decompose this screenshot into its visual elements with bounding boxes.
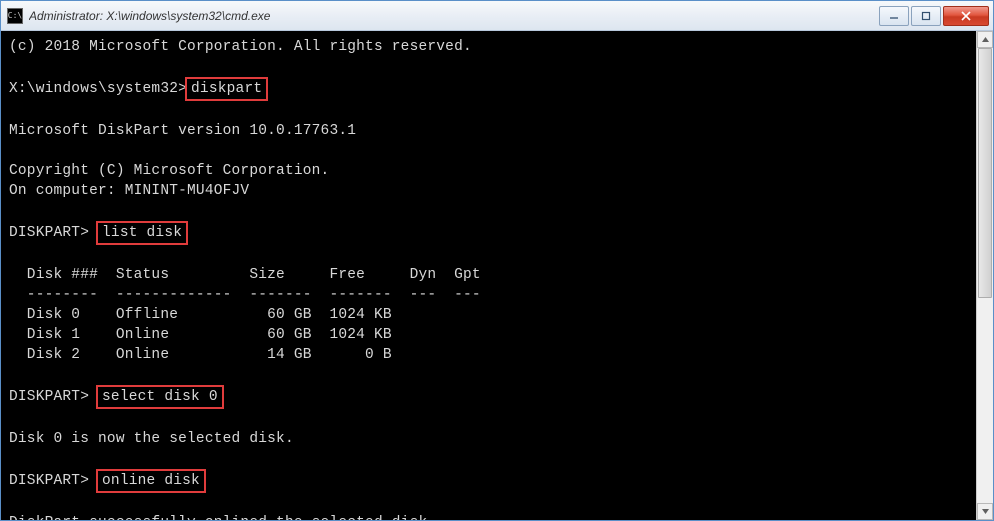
output-line — [9, 141, 968, 161]
prompt-line: DISKPART> list disk — [9, 221, 968, 245]
scroll-thumb[interactable] — [978, 48, 992, 298]
close-button[interactable] — [943, 6, 989, 26]
prompt-line: DISKPART> online disk — [9, 469, 968, 493]
prompt-line: DISKPART> select disk 0 — [9, 385, 968, 409]
output-line — [9, 245, 968, 265]
output-line — [9, 493, 968, 513]
highlight-command: list disk — [96, 221, 188, 245]
prompt-line: X:\windows\system32>diskpart — [9, 77, 968, 101]
prompt: DISKPART> — [9, 389, 98, 405]
output-line: Microsoft DiskPart version 10.0.17763.1 — [9, 121, 968, 141]
table-row: Disk 2 Online 14 GB 0 B — [9, 345, 968, 365]
output-line: Copyright (C) Microsoft Corporation. — [9, 161, 968, 181]
output-line: Disk 0 is now the selected disk. — [9, 429, 968, 449]
prompt: DISKPART> — [9, 473, 98, 489]
cmd-icon: C:\ — [7, 8, 23, 24]
client-area: (c) 2018 Microsoft Corporation. All righ… — [1, 31, 993, 520]
scroll-down-button[interactable] — [977, 503, 993, 520]
output-line: On computer: MININT-MU4OFJV — [9, 181, 968, 201]
output-line — [9, 201, 968, 221]
cmd-icon-label: C:\ — [8, 11, 22, 20]
maximize-button[interactable] — [911, 6, 941, 26]
output-line — [9, 409, 968, 429]
window-title: Administrator: X:\windows\system32\cmd.e… — [29, 9, 879, 23]
titlebar[interactable]: C:\ Administrator: X:\windows\system32\c… — [1, 1, 993, 31]
table-header: Disk ### Status Size Free Dyn Gpt — [9, 265, 968, 285]
cmd-window: C:\ Administrator: X:\windows\system32\c… — [0, 0, 994, 521]
highlight-command: diskpart — [185, 77, 268, 101]
output-line: (c) 2018 Microsoft Corporation. All righ… — [9, 37, 968, 57]
output-line — [9, 365, 968, 385]
output-line: DiskPart successfully onlined the select… — [9, 513, 968, 520]
table-row: Disk 0 Offline 60 GB 1024 KB — [9, 305, 968, 325]
window-controls — [879, 6, 989, 26]
table-separator: -------- ------------- ------- ------- -… — [9, 285, 968, 305]
terminal-output[interactable]: (c) 2018 Microsoft Corporation. All righ… — [1, 31, 976, 520]
prompt: X:\windows\system32> — [9, 81, 187, 97]
table-row: Disk 1 Online 60 GB 1024 KB — [9, 325, 968, 345]
highlight-command: online disk — [96, 469, 206, 493]
output-line — [9, 57, 968, 77]
output-line — [9, 101, 968, 121]
prompt: DISKPART> — [9, 225, 98, 241]
highlight-command: select disk 0 — [96, 385, 224, 409]
minimize-button[interactable] — [879, 6, 909, 26]
scroll-up-button[interactable] — [977, 31, 993, 48]
vertical-scrollbar[interactable] — [976, 31, 993, 520]
output-line — [9, 449, 968, 469]
scroll-track[interactable] — [977, 48, 993, 503]
